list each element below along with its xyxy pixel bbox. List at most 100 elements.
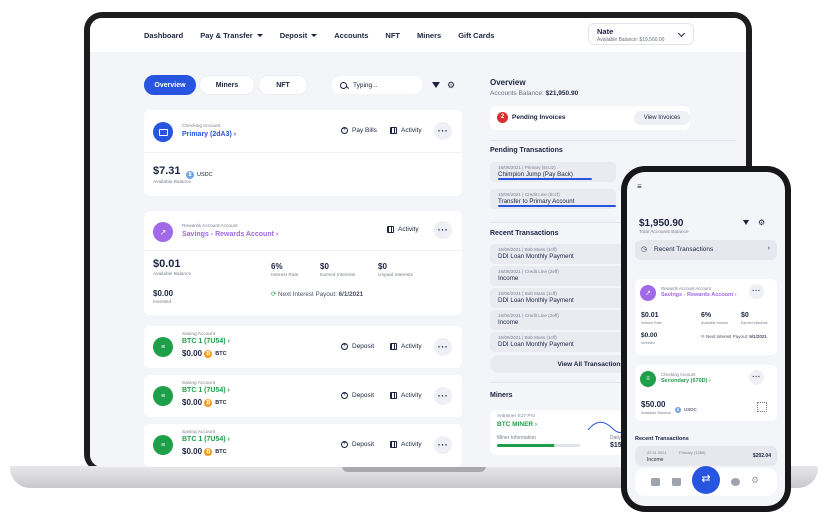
divider (144, 152, 462, 153)
nav-accounts[interactable]: Accounts (334, 31, 368, 40)
plus-icon: + (341, 392, 348, 399)
account-link[interactable]: Secondary (670D) › (661, 378, 711, 384)
miner-link[interactable]: BTC MINER › (497, 421, 537, 428)
pay-bills-button[interactable]: + Pay Bills (341, 127, 377, 134)
miner-progress-bar (497, 444, 561, 447)
menu-icon[interactable]: ≡ (637, 182, 642, 191)
pay-bills-label: Pay Bills (352, 127, 377, 134)
nav-nft[interactable]: NFT (385, 31, 400, 40)
account-type: Saving Account (182, 381, 216, 386)
miner-model: Antminer S17 Pro (497, 414, 535, 419)
rewards-account-card: ↗ Rewards Account Account Savings - Rewa… (144, 211, 462, 315)
tab-overview[interactable]: Overview (144, 75, 196, 95)
deposit-label: Deposit (352, 441, 375, 448)
account-name: BTC 1 (7U54) (182, 387, 226, 394)
daily-value: $15 (610, 442, 622, 449)
more-options-button[interactable]: ··· (434, 122, 452, 140)
transaction-name: DDI Loan Monthly Payment (498, 297, 574, 304)
nav-miners[interactable]: Miners (417, 31, 441, 40)
transaction-meta: 16/06/2021 | Credit Line (5ccf) (498, 192, 560, 197)
earned-value: $0 (741, 312, 749, 319)
phone-recent-item[interactable]: 22.11.2021 Primary (1289) Income $202.04 (635, 446, 777, 466)
account-name: Secondary (670D) (661, 378, 708, 384)
account-name: Primary (2dA3) (182, 131, 232, 138)
pending-transaction-item[interactable]: 16/06/2021 | Credit Line (5ccf) Transfer… (490, 189, 616, 209)
filter-icon[interactable] (743, 220, 749, 225)
account-type: Saving Account (182, 332, 216, 337)
grid-icon (390, 343, 397, 350)
account-name: Savings - Rewards Account (661, 292, 734, 298)
pending-transaction-item[interactable]: 16/06/2021 | Primary (6cU2) Chimpion Jum… (490, 162, 616, 182)
filter-icon[interactable] (432, 82, 440, 88)
recent-transaction-item[interactable]: 16/06/2021 | Bob Mass (1cff) DDI Loan Mon… (490, 288, 630, 308)
more-options-button[interactable]: ··· (434, 436, 452, 454)
plus-icon: + (341, 343, 348, 350)
account-link[interactable]: Primary (2dA3) › (182, 131, 236, 138)
nav-gift-cards[interactable]: Gift Cards (458, 31, 494, 40)
deposit-label: Deposit (352, 343, 375, 350)
activity-button[interactable]: Activity (390, 441, 422, 448)
transaction-name: Income (647, 457, 664, 463)
view-invoices-button[interactable]: View Invoices (634, 111, 690, 125)
account-link[interactable]: BTC 1 (7U54) › (182, 387, 230, 394)
activity-button[interactable]: Activity (390, 127, 422, 134)
deposit-button[interactable]: + Deposit (341, 392, 374, 399)
more-options-button[interactable]: ··· (434, 221, 452, 239)
pending-invoices: 2 Pending Invoices View Invoices (490, 106, 690, 130)
activity-button[interactable]: Activity (390, 343, 422, 350)
account-name: Savings - Rewards Account (182, 231, 274, 238)
more-options-button[interactable]: ··· (749, 284, 764, 299)
caret-down-icon (256, 33, 263, 37)
recent-transaction-item[interactable]: 16/06/2021 | Bob Mass (1cff) DDI Loan Mon… (490, 332, 630, 352)
activity-button[interactable]: Activity (390, 392, 422, 399)
account-link[interactable]: BTC 1 (7U54) › (182, 338, 230, 345)
deposit-button[interactable]: + Deposit (341, 343, 374, 350)
more-options-button[interactable]: ··· (434, 338, 452, 356)
accounts-balance-label: Accounts Balance: (490, 90, 544, 97)
transfer-icon[interactable]: ⇄ (692, 466, 720, 494)
account-type: Saving Account (182, 430, 216, 435)
gear-icon[interactable]: ⚙ (751, 475, 759, 486)
transaction-meta: 16/06/2021 | Primary (6cU2) (498, 165, 556, 170)
miner-info-label: Miner Information (497, 435, 536, 441)
recent-transaction-item[interactable]: 16/06/2021 | Bob Mass (1cff) DDI Loan Mon… (490, 244, 630, 264)
rate-value: 6% (701, 312, 712, 319)
tab-miners[interactable]: Miners (199, 75, 255, 95)
transaction-date: 22.11.2021 (647, 450, 667, 455)
recent-transaction-item[interactable]: 16/06/2021 | Credit Line (2eff) Income (490, 310, 630, 330)
recent-transactions-button[interactable]: ◷ Recent Transactions › (635, 240, 777, 260)
gear-icon[interactable]: ⚙ (447, 81, 455, 90)
recent-transaction-item[interactable]: 16/06/2021 | Credit Line (2eff) Income (490, 266, 630, 286)
amount-label: Available Balance (641, 411, 672, 415)
activity-button[interactable]: Activity (387, 226, 419, 233)
transaction-meta: 16/06/2021 | Bob Mass (1cff) (498, 291, 557, 296)
overview-title: Overview (490, 78, 526, 87)
gift-icon[interactable] (672, 478, 681, 486)
nav-dashboard[interactable]: Dashboard (144, 31, 183, 40)
pending-count-badge: 2 (497, 112, 508, 123)
user-menu[interactable]: Nate Available Balance: $19,560.00 (588, 23, 694, 45)
interest-rate-label: Interest Rate (271, 273, 299, 278)
account-link[interactable]: BTC 1 (7U54) › (182, 436, 230, 443)
view-all-transactions-button[interactable]: View All Transactions (490, 355, 630, 373)
coins-icon: ≡ (640, 371, 656, 387)
deposit-icon[interactable] (731, 478, 740, 486)
nav-pay-transfer[interactable]: Pay & Transfer (200, 31, 263, 40)
next-payout-label: Next Interest Payout: (278, 291, 337, 298)
search-input[interactable]: Typing... (332, 76, 422, 94)
deposit-button[interactable]: + Deposit (341, 441, 374, 448)
qr-code-icon[interactable] (757, 402, 767, 412)
phone-recent-title: Recent Transactions (635, 436, 689, 442)
nav-deposit[interactable]: Deposit (280, 31, 318, 40)
wallet-icon[interactable] (651, 478, 660, 486)
more-options-button[interactable]: ··· (749, 370, 764, 385)
account-link[interactable]: Savings - Rewards Account › (661, 292, 737, 298)
view-tabs: Overview Miners NFT (144, 75, 311, 95)
next-payout: ⟳ Next Interest Payout: 6/1/2021 (701, 334, 775, 340)
account-type: Rewards Account Account (182, 224, 238, 229)
account-link[interactable]: Savings - Rewards Account › (182, 231, 278, 238)
gear-icon[interactable]: ⚙ (758, 218, 765, 227)
more-options-button[interactable]: ··· (434, 387, 452, 405)
accounts-balance-value: $21,950.90 (545, 90, 579, 97)
tab-nft[interactable]: NFT (258, 75, 308, 95)
